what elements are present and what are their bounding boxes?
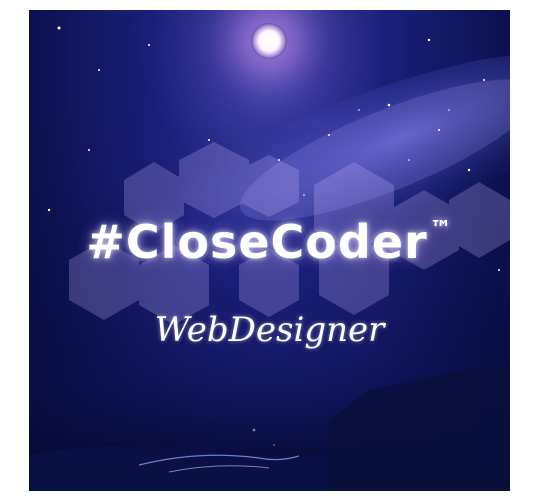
trademark-symbol: ™ [429, 217, 453, 242]
brand-title: #CloseCoder™ [29, 215, 510, 269]
moon [251, 23, 287, 59]
brand-title-text: #CloseCoder [86, 215, 428, 269]
brand-subtitle: WebDesigner [154, 310, 385, 350]
background-image: #CloseCoder™ WebDesigner [29, 10, 510, 491]
